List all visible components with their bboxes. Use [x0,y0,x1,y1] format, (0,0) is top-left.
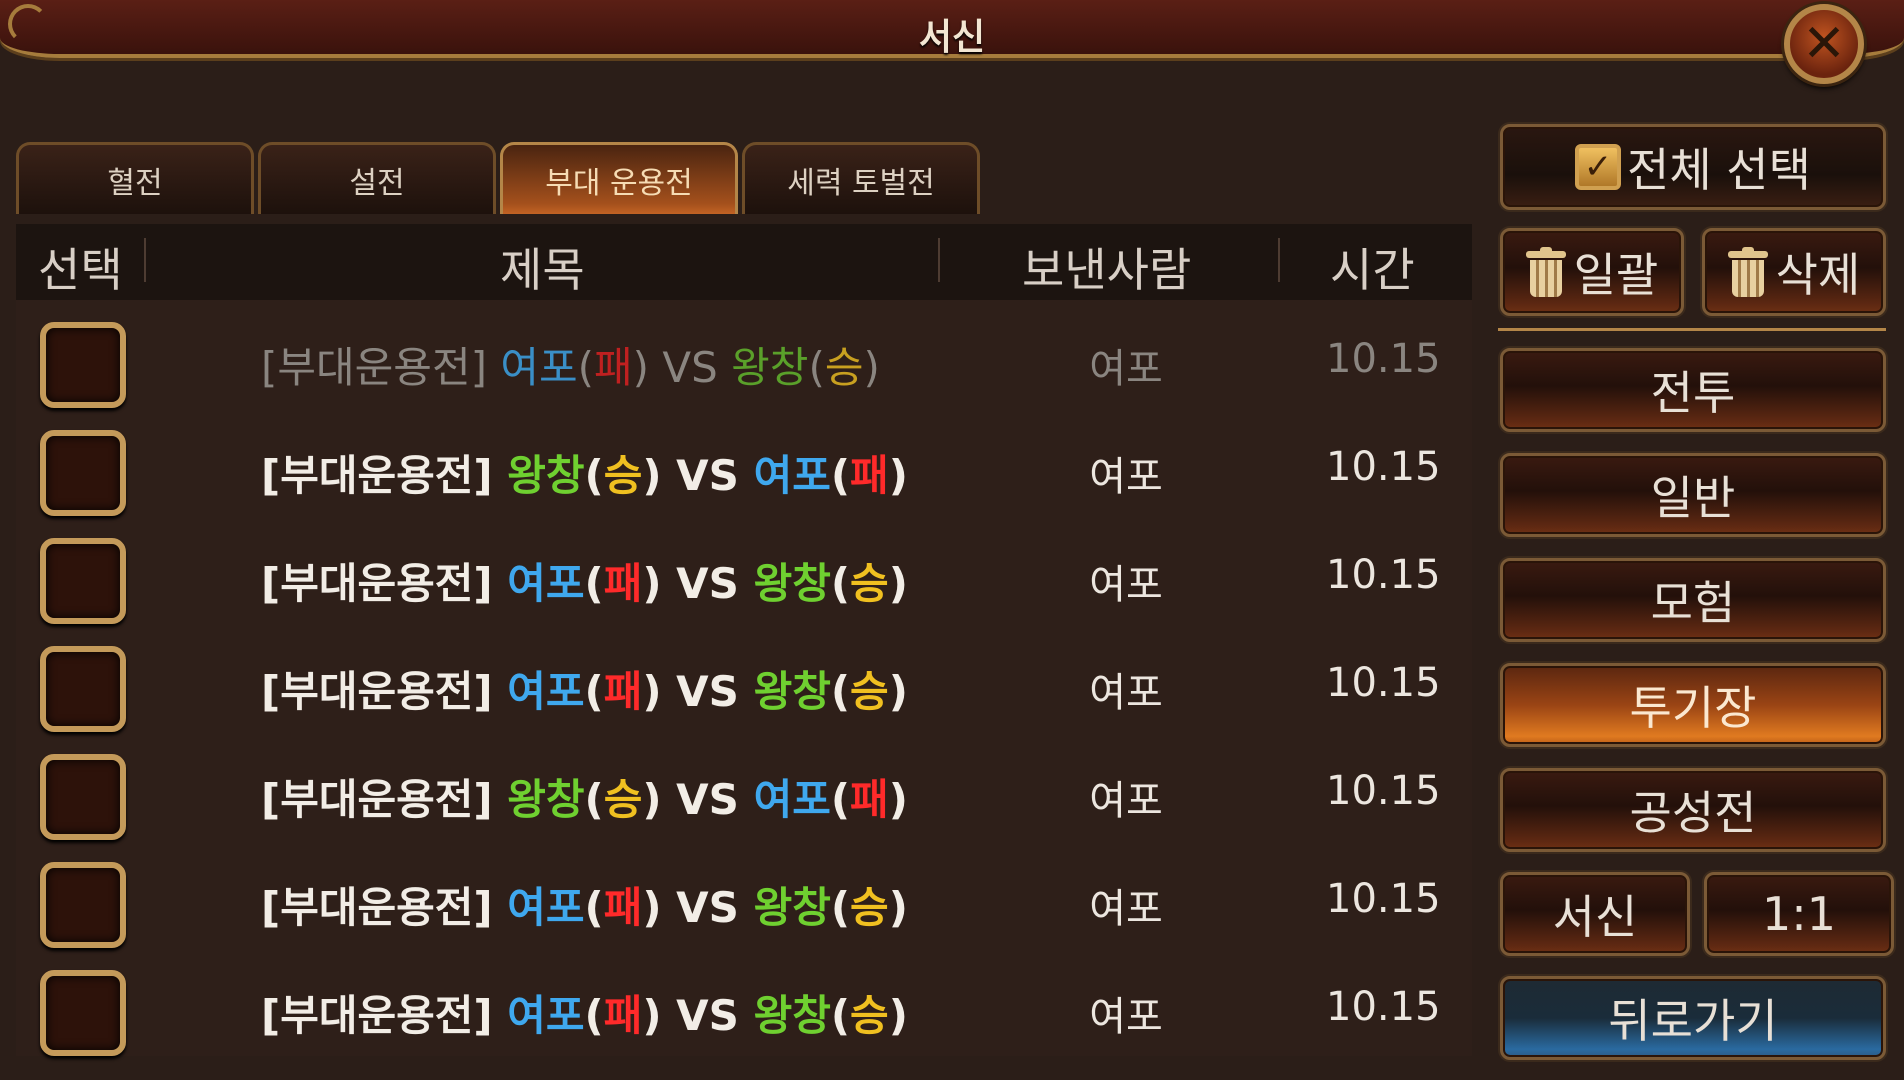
header-divider [1278,238,1280,282]
category-general-button[interactable]: 일반 [1500,453,1886,537]
select-all-label: 전체 선택 [1627,143,1811,197]
tab-unit-operation[interactable]: 부대 운용전 [500,142,738,214]
row-time: 10.15 [1326,984,1441,1030]
checkbox-checked-icon: ✓ [1575,144,1622,190]
delete-button[interactable]: 삭제 [1702,228,1886,316]
table-row[interactable]: [부대운용전] 여포(패) VS 왕창(승) 여포 10.15 [16,632,1472,740]
tab-blood-battle[interactable]: 혈전 [16,142,254,214]
tab-debate[interactable]: 설전 [258,142,496,214]
row-subject: [부대운용전] 여포(패) VS 왕창(승) [261,667,908,716]
table-row[interactable]: [부대운용전] 여포(패) VS 왕창(승) 여포 10.15 [16,524,1472,632]
row-subject: [부대운용전] 왕창(승) VS 여포(패) [261,451,908,500]
table-row[interactable]: [부대운용전] 여포(패) VS 왕창(승) 여포 10.15 [16,308,1472,416]
header-subject: 제목 [500,243,585,297]
close-button[interactable]: ✕ [1784,4,1864,84]
bulk-delete-button[interactable]: 일괄 [1500,228,1684,316]
category-combat-button[interactable]: 전투 [1500,348,1886,432]
category-tabs: 혈전 설전 부대 운용전 세력 토벌전 [16,142,980,214]
row-time: 10.15 [1326,876,1441,922]
one-on-one-button[interactable]: 1:1 [1704,872,1894,956]
category-siege-button[interactable]: 공성전 [1500,768,1886,852]
row-time: 10.15 [1326,768,1441,814]
row-time: 10.15 [1326,660,1441,706]
header-select: 선택 [38,243,123,297]
row-checkbox[interactable] [40,322,126,408]
title-bar: 서신 [0,0,1904,58]
header-divider [938,238,940,282]
row-subject: [부대운용전] 여포(패) VS 왕창(승) [261,991,908,1040]
sidebar-divider [1498,328,1886,331]
category-adventure-button[interactable]: 모험 [1500,558,1886,642]
row-sender: 여포 [1089,994,1163,1040]
table-row[interactable]: [부대운용전] 여포(패) VS 왕창(승) 여포 10.15 [16,848,1472,956]
row-subject: [부대운용전] 여포(패) VS 왕창(승) [261,559,908,608]
row-subject: [부대운용전] 왕창(승) VS 여포(패) [261,775,908,824]
row-checkbox[interactable] [40,862,126,948]
window-title: 서신 [918,17,986,58]
table-row[interactable]: [부대운용전] 여포(패) VS 왕창(승) 여포 10.15 [16,956,1472,1064]
back-button[interactable]: 뒤로가기 [1500,976,1886,1060]
row-sender: 여포 [1089,778,1163,824]
bulk-delete-label: 일괄 [1573,248,1659,302]
delete-label: 삭제 [1775,248,1861,302]
select-all-button[interactable]: ✓ 전체 선택 [1500,124,1886,210]
row-checkbox[interactable] [40,430,126,516]
close-icon: ✕ [1802,14,1846,74]
row-sender: 여포 [1089,346,1163,392]
row-sender: 여포 [1089,562,1163,608]
row-subject: [부대운용전] 여포(패) VS 왕창(승) [261,343,880,392]
row-checkbox[interactable] [40,754,126,840]
row-checkbox[interactable] [40,970,126,1056]
row-sender: 여포 [1089,670,1163,716]
header-divider [144,238,146,282]
trash-icon [1525,247,1566,297]
tab-faction-subjugation[interactable]: 세력 토벌전 [742,142,980,214]
row-checkbox[interactable] [40,538,126,624]
row-time: 10.15 [1326,444,1441,490]
row-checkbox[interactable] [40,646,126,732]
list-header: 선택 제목 보낸사람 시간 [16,224,1472,300]
row-time: 10.15 [1326,552,1441,598]
trash-icon [1727,247,1768,297]
table-row[interactable]: [부대운용전] 왕창(승) VS 여포(패) 여포 10.15 [16,740,1472,848]
row-sender: 여포 [1089,886,1163,932]
letter-button[interactable]: 서신 [1500,872,1690,956]
row-subject: [부대운용전] 여포(패) VS 왕창(승) [261,883,908,932]
category-arena-button[interactable]: 투기장 [1500,663,1886,747]
row-time: 10.15 [1326,336,1441,382]
table-row[interactable]: [부대운용전] 왕창(승) VS 여포(패) 여포 10.15 [16,416,1472,524]
mail-list: 선택 제목 보낸사람 시간 [부대운용전] 여포(패) VS 왕창(승) 여포 … [16,224,1472,1056]
header-time: 시간 [1330,243,1415,297]
row-sender: 여포 [1089,454,1163,500]
header-sender: 보낸사람 [1022,243,1192,297]
